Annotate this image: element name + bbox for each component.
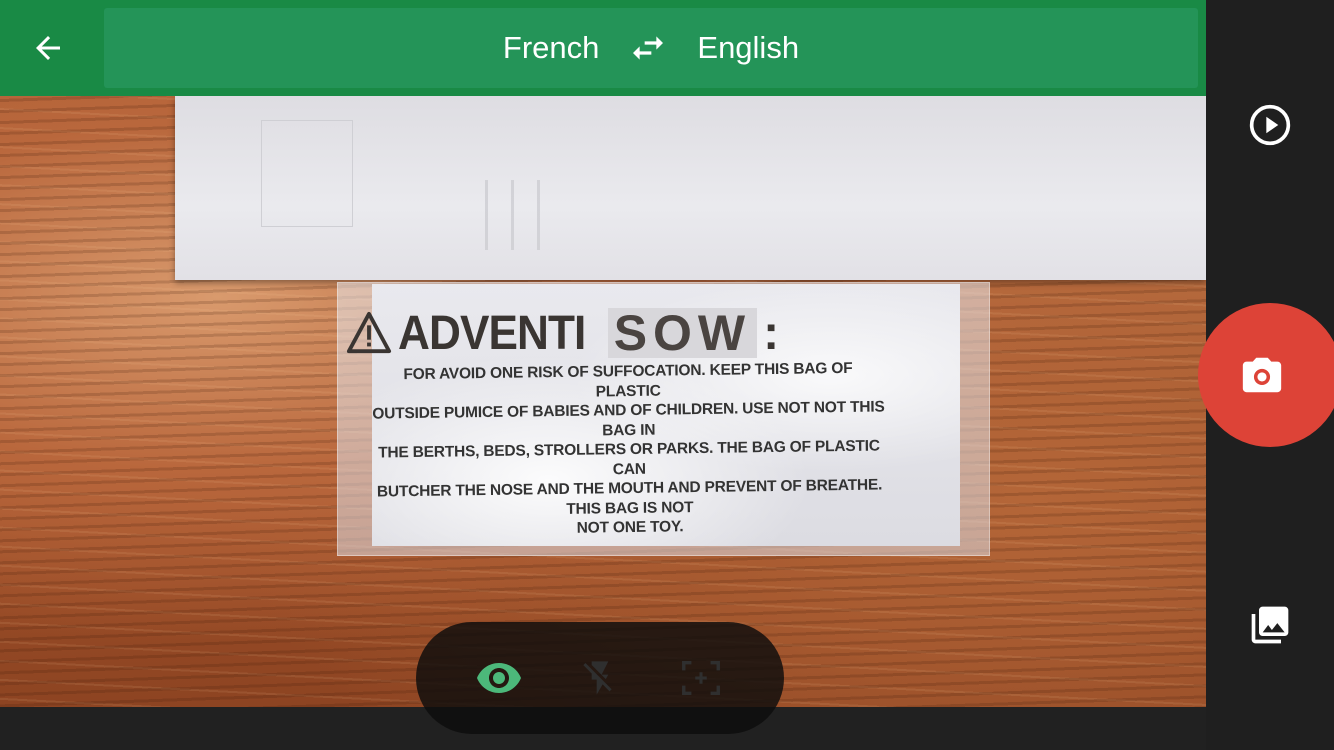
- warning-title-suffix: SOW: [607, 308, 758, 358]
- flash-off-icon: [583, 661, 612, 695]
- capture-photo-button[interactable]: [1198, 303, 1334, 447]
- language-selector: French English: [104, 8, 1198, 88]
- warning-triangle-icon: [346, 311, 392, 354]
- gallery-button[interactable]: [1242, 597, 1298, 653]
- target-language-button[interactable]: English: [697, 30, 799, 66]
- back-button[interactable]: [14, 16, 82, 80]
- translated-warning-text: FOR AVOID ONE RISK OF SUFFOCATION. KEEP …: [371, 358, 887, 541]
- swap-languages-button[interactable]: [627, 27, 669, 69]
- envelope: [175, 96, 1206, 280]
- scan-frame-icon: [682, 660, 721, 696]
- photo-gallery-icon: [1251, 606, 1289, 644]
- warning-title-colon: :: [763, 306, 779, 360]
- source-language-button[interactable]: French: [503, 30, 599, 66]
- play-button[interactable]: [1242, 97, 1298, 153]
- warning-title-prefix: ADVENTI: [398, 306, 586, 360]
- camera-icon: [1242, 357, 1282, 393]
- flash-toggle[interactable]: [572, 650, 628, 706]
- instant-translate-toggle[interactable]: [471, 650, 527, 706]
- camera-viewfinder[interactable]: ADVENTI SOW: FOR AVOID ONE RISK OF SUFFOC…: [0, 0, 1206, 707]
- translated-warning-title: ADVENTI SOW:: [346, 306, 906, 360]
- eye-icon: [476, 663, 521, 693]
- play-circle-icon: [1249, 104, 1291, 146]
- arrow-left-icon: [36, 36, 60, 60]
- camera-mode-controls: [416, 622, 784, 734]
- header-bar: French English: [0, 0, 1206, 96]
- envelope-stamp-box: [261, 120, 353, 227]
- swap-horizontal-icon: [633, 36, 664, 60]
- scan-button[interactable]: [673, 650, 729, 706]
- envelope-barcode: [485, 180, 555, 250]
